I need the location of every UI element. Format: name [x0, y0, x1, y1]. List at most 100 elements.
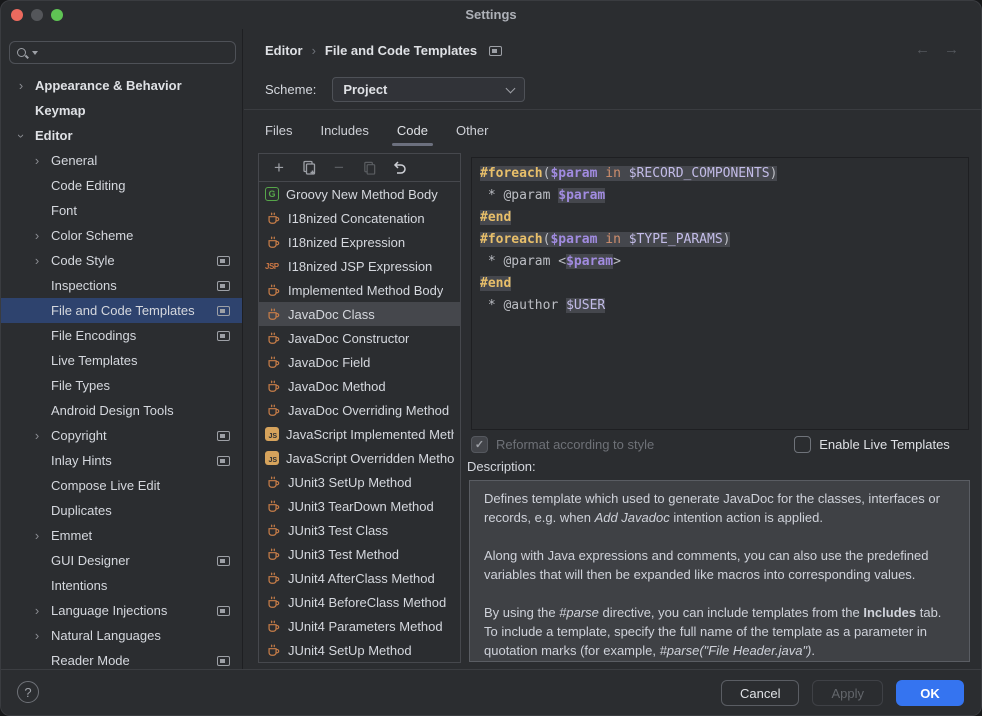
template-item-javascript-overridden-method[interactable]: JS JavaScript Overridden Method [259, 446, 460, 470]
enable-live-templates-checkbox[interactable] [794, 436, 811, 453]
code-line: * @param <$param> [480, 251, 960, 273]
sidebar-item-label: Editor [35, 128, 230, 143]
revert-arrow-icon [391, 160, 407, 176]
sidebar-item-file-types[interactable]: File Types [1, 373, 242, 398]
sidebar-item-live-templates[interactable]: Live Templates [1, 348, 242, 373]
template-item-junit3-setup-method[interactable]: JUnit3 SetUp Method [259, 470, 460, 494]
sidebar-item-font[interactable]: Font [1, 198, 242, 223]
template-item-javadoc-constructor[interactable]: JavaDoc Constructor [259, 326, 460, 350]
template-item-javadoc-method[interactable]: JavaDoc Method [259, 374, 460, 398]
template-item-javadoc-field[interactable]: JavaDoc Field [259, 350, 460, 374]
chevron-down-icon[interactable]: › [15, 130, 27, 142]
template-list: G Groovy New Method Body I18nized Concaten… [259, 182, 460, 662]
remove-template-button[interactable]: − [329, 158, 349, 178]
project-level-settings-icon [217, 456, 230, 466]
code-line: * @param $param [480, 185, 960, 207]
sidebar-item-android-design-tools[interactable]: Android Design Tools [1, 398, 242, 423]
template-item-groovy-new-method-body[interactable]: G Groovy New Method Body [259, 182, 460, 206]
sidebar-item-code-editing[interactable]: Code Editing [1, 173, 242, 198]
tab-includes[interactable]: Includes [320, 117, 368, 144]
template-item-label: JUnit3 TearDown Method [288, 499, 434, 514]
scheme-select[interactable]: Project [332, 77, 525, 102]
sidebar-item-keymap[interactable]: Keymap [1, 98, 242, 123]
sidebar-item-file-and-code-templates[interactable]: File and Code Templates [1, 298, 242, 323]
description-box[interactable]: Defines template which used to generate … [469, 480, 970, 662]
chevron-right-icon[interactable]: › [31, 230, 43, 242]
project-level-settings-icon [489, 46, 502, 56]
javascript-icon: JS [265, 451, 279, 465]
project-level-settings-icon [217, 306, 230, 316]
java-icon [265, 330, 281, 346]
sidebar-item-code-style[interactable]: ›Code Style [1, 248, 242, 273]
forward-arrow-icon[interactable]: → [944, 41, 959, 58]
sidebar-item-compose-live-edit[interactable]: Compose Live Edit [1, 473, 242, 498]
sidebar-item-gui-designer[interactable]: GUI Designer [1, 548, 242, 573]
chevron-right-icon[interactable]: › [31, 430, 43, 442]
chevron-right-icon[interactable]: › [31, 255, 43, 267]
chevron-right-icon[interactable]: › [31, 155, 43, 167]
template-item-junit4-setup-method[interactable]: JUnit4 SetUp Method [259, 638, 460, 662]
create-from-template-button[interactable] [299, 158, 319, 178]
sidebar-item-duplicates[interactable]: Duplicates [1, 498, 242, 523]
project-level-settings-icon [217, 556, 230, 566]
template-item-junit4-parameters-method[interactable]: JUnit4 Parameters Method [259, 614, 460, 638]
breadcrumb-editor[interactable]: Editor [265, 43, 303, 58]
template-item-javadoc-class[interactable]: JavaDoc Class [259, 302, 460, 326]
template-item-junit4-beforeclass-method[interactable]: JUnit4 BeforeClass Method [259, 590, 460, 614]
java-icon [265, 642, 281, 658]
reformat-checkbox[interactable]: ✓ [471, 436, 488, 453]
sidebar-item-copyright[interactable]: ›Copyright [1, 423, 242, 448]
ok-button[interactable]: OK [896, 680, 964, 706]
sidebar-item-emmet[interactable]: ›Emmet [1, 523, 242, 548]
template-item-label: JUnit4 BeforeClass Method [288, 595, 446, 610]
template-code-editor[interactable]: #foreach($param in $RECORD_COMPONENTS) *… [471, 157, 969, 430]
settings-search-field[interactable] [9, 41, 236, 64]
tab-files[interactable]: Files [265, 117, 292, 144]
reset-to-default-button[interactable] [389, 158, 409, 178]
chevron-right-icon[interactable]: › [31, 630, 43, 642]
search-input[interactable] [42, 44, 229, 61]
code-line: * @author $USER [480, 295, 960, 317]
sidebar-item-language-injections[interactable]: ›Language Injections [1, 598, 242, 623]
sidebar-item-file-encodings[interactable]: File Encodings [1, 323, 242, 348]
add-template-button[interactable]: + [269, 158, 289, 178]
template-item-i18nized-expression[interactable]: I18nized Expression [259, 230, 460, 254]
groovy-icon: G [265, 187, 279, 201]
template-item-javascript-implemented-method[interactable]: JSJavaScript Implemented Method [259, 422, 460, 446]
description-label: Description: [467, 459, 536, 474]
template-item-label: JavaScript Overridden Method [286, 451, 454, 466]
chevron-right-icon[interactable]: › [15, 80, 27, 92]
template-item-junit3-teardown-method[interactable]: JUnit3 TearDown Method [259, 494, 460, 518]
tab-other[interactable]: Other [456, 117, 489, 144]
sidebar-item-color-scheme[interactable]: ›Color Scheme [1, 223, 242, 248]
cancel-button[interactable]: Cancel [721, 680, 799, 706]
template-item-i18nized-concatenation[interactable]: I18nized Concatenation [259, 206, 460, 230]
template-item-label: I18nized Expression [288, 235, 405, 250]
template-item-label: JavaScript Implemented Method [286, 427, 454, 442]
java-icon [265, 522, 281, 538]
sidebar-item-intentions[interactable]: Intentions [1, 573, 242, 598]
sidebar-item-label: Font [51, 203, 230, 218]
help-button[interactable]: ? [17, 681, 39, 703]
chevron-right-icon[interactable]: › [31, 530, 43, 542]
template-item-junit4-afterclass-method[interactable]: JUnit4 AfterClass Method [259, 566, 460, 590]
sidebar-item-appearance-behavior[interactable]: ›Appearance & Behavior [1, 73, 242, 98]
search-options-chevron-icon[interactable] [32, 51, 38, 55]
template-item-junit3-test-method[interactable]: JUnit3 Test Method [259, 542, 460, 566]
template-item-junit3-test-class[interactable]: JUnit3 Test Class [259, 518, 460, 542]
template-item-javadoc-overriding-method[interactable]: JavaDoc Overriding Method [259, 398, 460, 422]
tab-code[interactable]: Code [397, 117, 428, 144]
sidebar-item-general[interactable]: ›General [1, 148, 242, 173]
template-item-implemented-method-body[interactable]: Implemented Method Body [259, 278, 460, 302]
sidebar-item-reader-mode[interactable]: Reader Mode [1, 648, 242, 669]
back-arrow-icon[interactable]: ← [915, 41, 930, 58]
duplicate-template-button[interactable] [359, 158, 379, 178]
sidebar-item-inlay-hints[interactable]: Inlay Hints [1, 448, 242, 473]
apply-button[interactable]: Apply [812, 680, 883, 706]
sidebar-item-editor[interactable]: › Editor [1, 123, 242, 148]
chevron-right-icon[interactable]: › [31, 605, 43, 617]
sidebar-item-inspections[interactable]: Inspections [1, 273, 242, 298]
template-item-i18nized-jsp-expression[interactable]: JSPI18nized JSP Expression [259, 254, 460, 278]
sidebar-item-natural-languages[interactable]: ›Natural Languages [1, 623, 242, 648]
template-item-label: Groovy New Method Body [286, 187, 438, 202]
